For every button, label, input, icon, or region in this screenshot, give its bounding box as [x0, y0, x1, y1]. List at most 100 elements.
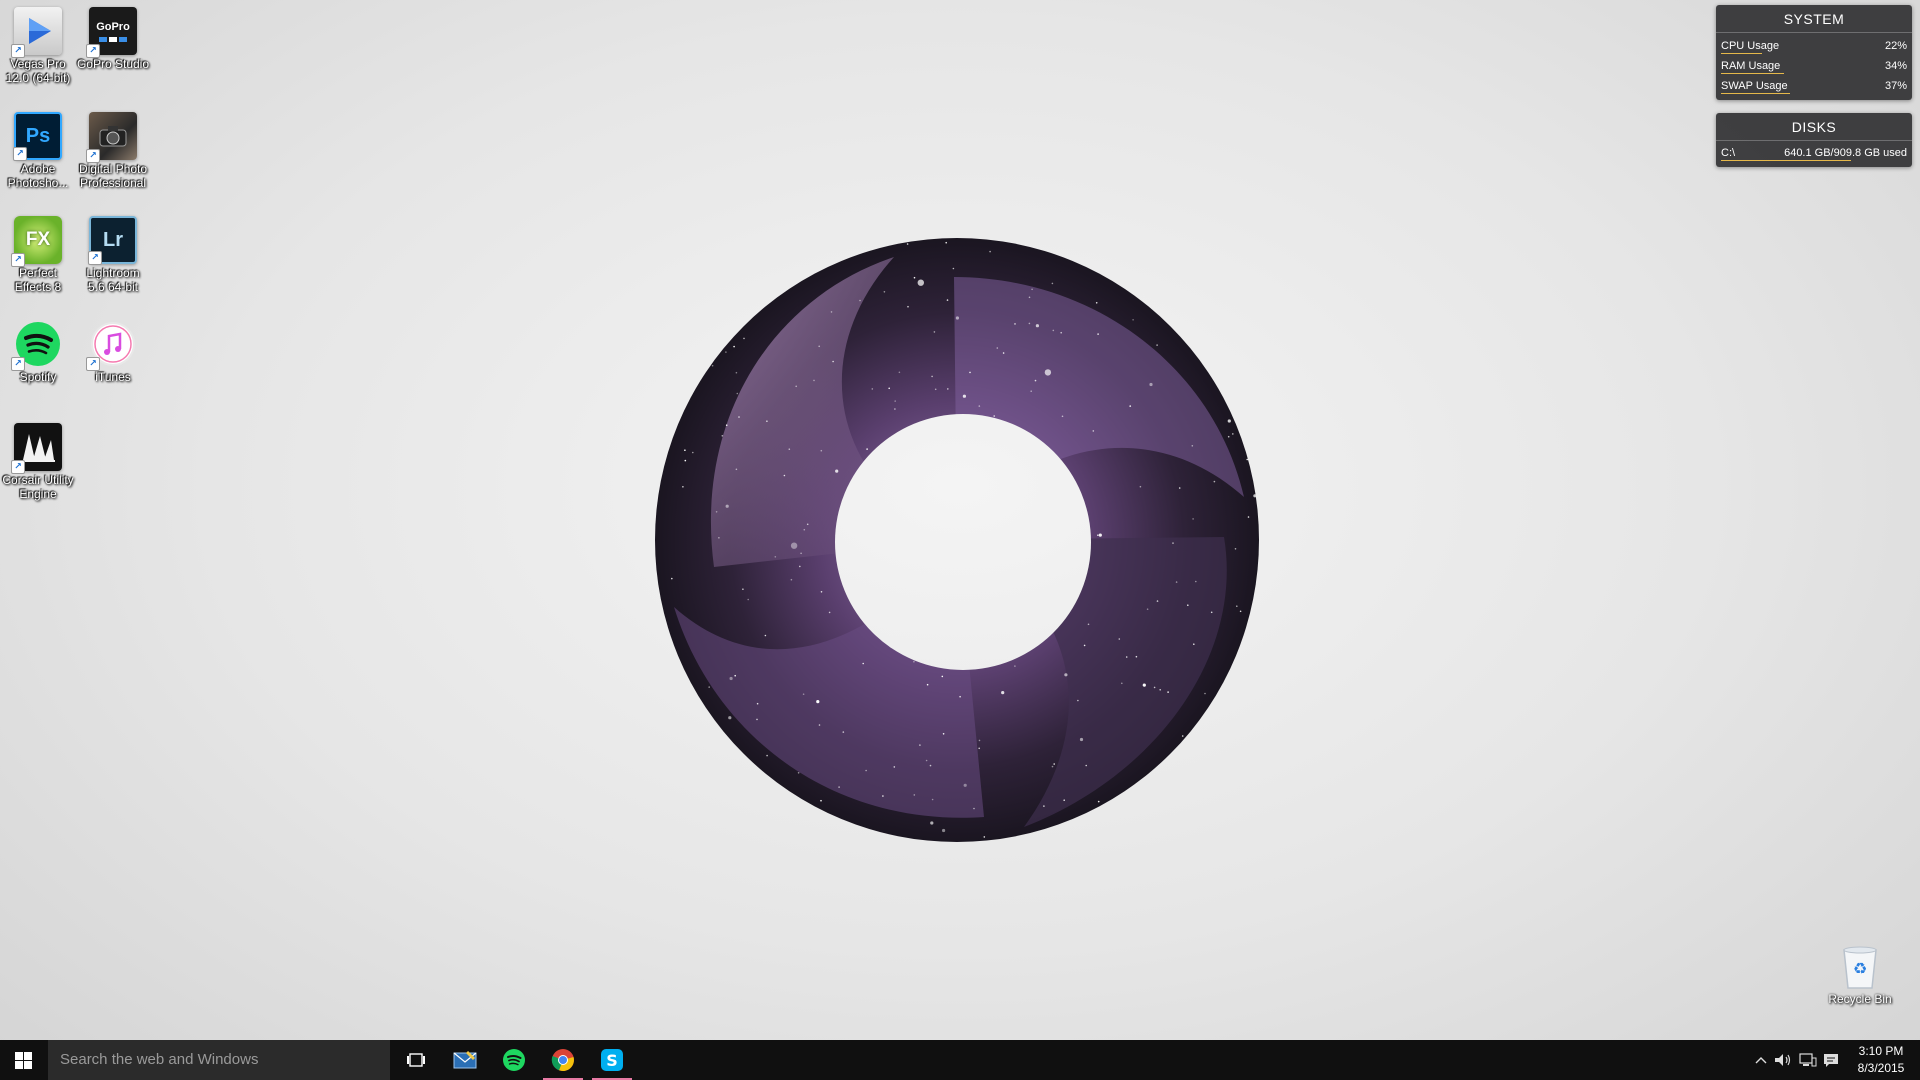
star-dot — [926, 683, 929, 686]
desktop-icon-gopro-studio[interactable]: GoPro ↗ GoPro Studio — [76, 7, 150, 71]
desktop-icon-perfect-effects[interactable]: FX ↗ Perfect Effects 8 — [1, 216, 75, 294]
star-dot — [1234, 548, 1237, 550]
star-dot — [866, 448, 868, 450]
search-input[interactable]: Search the web and Windows — [48, 1040, 390, 1080]
star-dot — [735, 371, 738, 374]
ram-usage-bar — [1721, 73, 1785, 74]
star-dot — [862, 662, 864, 665]
action-center-icon[interactable] — [1822, 1051, 1840, 1069]
star-dot — [1243, 343, 1246, 346]
ram-usage-value: 34% — [1884, 60, 1907, 72]
star-dot — [1190, 810, 1193, 813]
star-dot — [894, 400, 896, 402]
star-dot — [729, 676, 733, 681]
shortcut-arrow-icon: ↗ — [11, 460, 25, 474]
desktop-icon-corsair[interactable]: ↗ Corsair Utility Engine — [1, 423, 75, 501]
star-dot — [795, 385, 797, 388]
star-dot — [941, 675, 944, 678]
star-dot — [1247, 516, 1250, 518]
star-dot — [1053, 537, 1057, 541]
star-dot — [764, 634, 767, 637]
star-dot — [1187, 314, 1189, 317]
star-dot — [1087, 623, 1090, 626]
desktop-icon-itunes[interactable]: ↗ iTunes — [76, 320, 150, 384]
cpu-usage-value: 22% — [1884, 40, 1907, 52]
star-dot — [838, 786, 840, 788]
star-dot — [721, 435, 724, 437]
mail-icon — [453, 1050, 477, 1069]
taskbar-app-skype[interactable]: S — [588, 1040, 636, 1080]
star-dot — [851, 545, 854, 548]
star-dot — [1175, 581, 1178, 583]
taskbar-app-spotify[interactable] — [490, 1040, 538, 1080]
star-dot — [687, 391, 690, 394]
desktop-icon-spotify[interactable]: ↗ Spotify — [1, 320, 75, 384]
star-dot — [1051, 282, 1054, 285]
star-dot — [1214, 757, 1217, 760]
task-view-button[interactable] — [392, 1040, 440, 1080]
star-dot — [1010, 485, 1012, 487]
star-dot — [1155, 832, 1157, 835]
star-dot — [842, 731, 845, 733]
windows-logo-icon — [14, 1051, 32, 1069]
network-icon[interactable] — [1799, 1051, 1817, 1069]
disk-c-row: C:\ 640.1 GB/909.8 GB used — [1716, 144, 1912, 164]
star-dot — [1037, 476, 1039, 478]
star-dot — [1026, 497, 1028, 500]
star-dot — [933, 331, 936, 333]
star-dot — [1132, 319, 1134, 321]
star-dot — [692, 451, 694, 454]
star-dot — [1239, 610, 1242, 613]
star-dot — [802, 693, 805, 695]
star-dot — [919, 744, 921, 746]
star-dot — [1085, 764, 1087, 767]
star-dot — [1052, 329, 1055, 332]
star-dot — [738, 416, 740, 418]
shortcut-arrow-icon: ↗ — [86, 357, 100, 371]
corsair-icon: ↗ — [11, 423, 62, 474]
start-button[interactable] — [0, 1040, 46, 1080]
star-dot — [883, 291, 886, 293]
star-dot — [1246, 239, 1249, 241]
star-dot — [1097, 534, 1099, 536]
desktop-icon-recycle-bin[interactable]: ♻ Recycle Bin — [1822, 944, 1898, 1006]
desktop-icon-photoshop[interactable]: Ps ↗ Adobe Photosho... — [1, 112, 75, 190]
star-dot — [668, 329, 670, 332]
star-dot — [978, 747, 980, 750]
taskbar-app-chrome[interactable] — [539, 1040, 587, 1080]
chevron-up-icon[interactable] — [1752, 1051, 1770, 1069]
star-dot — [1095, 302, 1098, 304]
taskbar: Search the web and Windows S 3:10 PM 8/3… — [0, 1040, 1920, 1080]
star-dot — [790, 578, 793, 581]
star-dot — [962, 486, 964, 489]
star-dot — [668, 444, 670, 447]
desktop-icon-lightroom[interactable]: Lr ↗ Lightroom 5.6 64-bit — [76, 216, 150, 294]
ram-usage-label: RAM Usage — [1721, 60, 1781, 72]
star-dot — [913, 794, 916, 796]
star-dot — [702, 323, 705, 325]
digital-photo-icon: ↗ — [86, 112, 137, 163]
star-dot — [1098, 533, 1102, 537]
star-dot — [913, 660, 915, 663]
star-dot — [806, 523, 809, 526]
star-dot — [830, 311, 833, 313]
star-dot — [759, 265, 763, 269]
star-dot — [1227, 419, 1231, 423]
star-dot — [766, 754, 768, 757]
taskbar-app-mail[interactable] — [441, 1040, 489, 1080]
star-dot — [756, 718, 758, 721]
star-dot — [783, 474, 786, 477]
gopro-icon: GoPro ↗ — [86, 7, 137, 58]
star-dot — [677, 711, 684, 718]
star-dot — [1246, 458, 1248, 461]
star-dot — [742, 588, 744, 590]
desktop-icon-digital-photo[interactable]: ↗ Digital Photo Professional — [76, 112, 150, 190]
shortcut-arrow-icon: ↗ — [11, 357, 25, 371]
star-dot — [799, 565, 801, 568]
star-dot — [775, 804, 777, 806]
star-dot — [853, 252, 856, 255]
desktop-icon-vegas-pro[interactable]: ↗ Vegas Pro 12.0 (64-bit) — [1, 7, 75, 85]
volume-icon[interactable] — [1774, 1051, 1792, 1069]
star-dot — [820, 591, 823, 593]
clock[interactable]: 3:10 PM 8/3/2015 — [1846, 1043, 1916, 1077]
